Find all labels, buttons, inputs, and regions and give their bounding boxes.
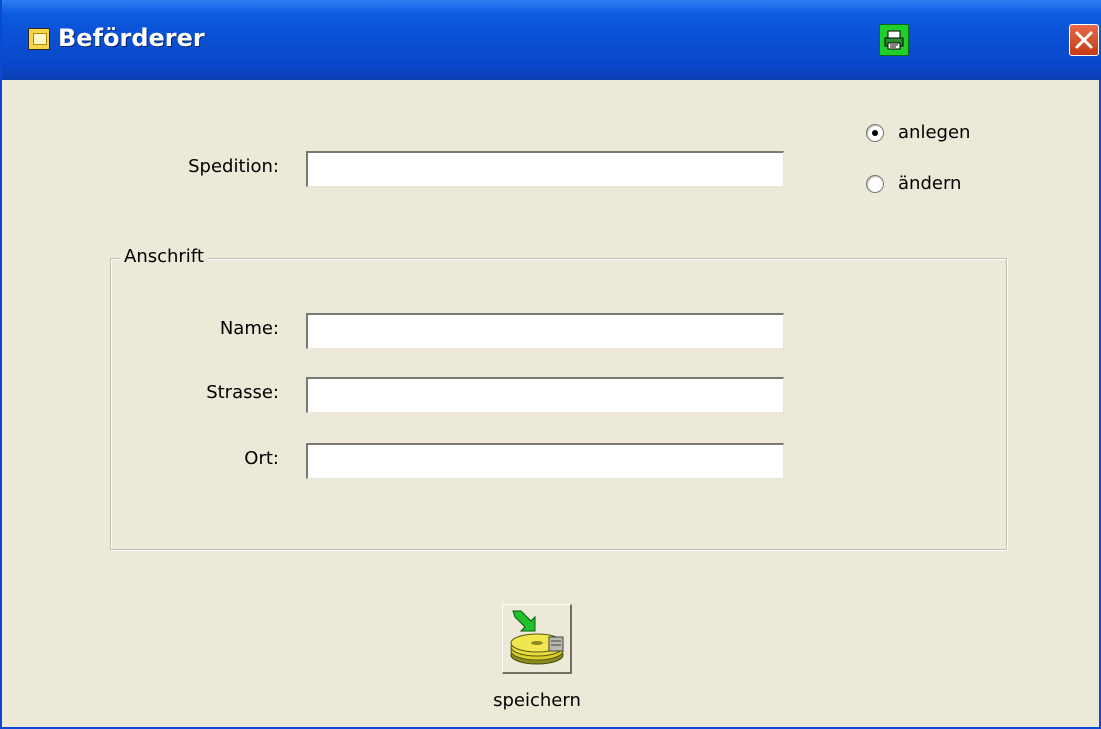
radio-anlegen-label[interactable]: anlegen	[898, 122, 970, 143]
strasse-input[interactable]	[306, 377, 784, 413]
save-button[interactable]	[502, 604, 572, 674]
save-disk-icon	[510, 610, 564, 665]
name-label: Name:	[219, 318, 279, 339]
form-icon	[28, 28, 50, 50]
radio-selected-dot	[872, 130, 878, 136]
window-title: Beförderer	[58, 24, 205, 52]
radio-aendern[interactable]	[866, 175, 884, 193]
radio-anlegen[interactable]	[866, 124, 884, 142]
ort-label: Ort:	[244, 448, 279, 469]
title-bar[interactable]: Beförderer	[2, 0, 1101, 80]
spedition-label: Spedition:	[188, 156, 279, 177]
print-button[interactable]	[879, 24, 909, 56]
ort-input[interactable]	[306, 443, 784, 479]
name-input[interactable]	[306, 313, 784, 349]
printer-icon	[884, 30, 904, 50]
radio-aendern-label[interactable]: ändern	[898, 173, 961, 194]
dialog-window: Beförderer Spedition: anlegen ändern Ans…	[0, 0, 1101, 729]
spedition-input[interactable]	[306, 151, 784, 187]
strasse-label: Strasse:	[206, 382, 279, 403]
address-group-label: Anschrift	[120, 246, 208, 267]
save-button-label[interactable]: speichern	[472, 690, 602, 711]
close-button[interactable]	[1069, 24, 1099, 56]
close-icon	[1075, 31, 1093, 49]
